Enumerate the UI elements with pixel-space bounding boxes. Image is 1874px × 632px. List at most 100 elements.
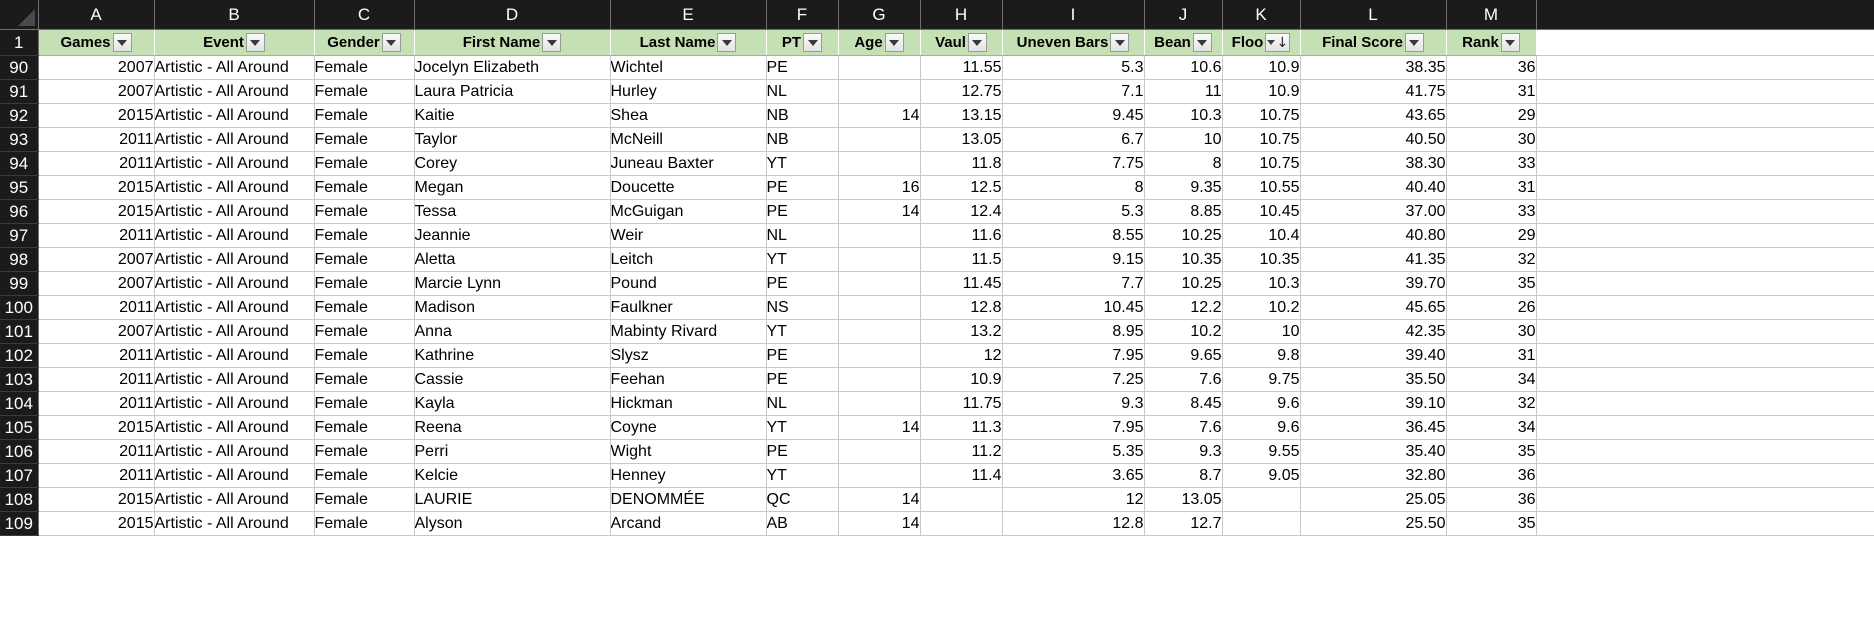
cell-L94[interactable]: 38.30 (1300, 151, 1447, 176)
cell-M93[interactable]: 30 (1446, 127, 1537, 152)
cell-G105[interactable]: 14 (838, 415, 921, 440)
cell-A102[interactable]: 2011 (38, 343, 155, 368)
column-header-A[interactable]: A (38, 0, 155, 30)
row-number[interactable]: 102 (0, 343, 39, 368)
cell-C94[interactable]: Female (314, 151, 415, 176)
row-number[interactable]: 92 (0, 103, 39, 128)
cell-A95[interactable]: 2015 (38, 175, 155, 200)
cell-J95[interactable]: 9.35 (1144, 175, 1223, 200)
cell-C108[interactable]: Female (314, 487, 415, 512)
cell-H92[interactable]: 13.15 (920, 103, 1003, 128)
cell-H103[interactable]: 10.9 (920, 367, 1003, 392)
cell-B90[interactable]: Artistic - All Around (154, 55, 315, 80)
cell-D101[interactable]: Anna (414, 319, 611, 344)
row-number[interactable]: 99 (0, 271, 39, 296)
cell-G101[interactable] (838, 319, 921, 344)
cell-M95[interactable]: 31 (1446, 175, 1537, 200)
cell-M106[interactable]: 35 (1446, 439, 1537, 464)
column-filter-header-j[interactable]: Bean (1144, 29, 1223, 56)
empty-overflow-cell[interactable] (1536, 175, 1874, 200)
cell-I102[interactable]: 7.95 (1002, 343, 1145, 368)
row-number[interactable]: 103 (0, 367, 39, 392)
column-filter-header-f[interactable]: PT (766, 29, 839, 56)
cell-K109[interactable] (1222, 511, 1301, 536)
cell-A104[interactable]: 2011 (38, 391, 155, 416)
cell-D93[interactable]: Taylor (414, 127, 611, 152)
row-number[interactable]: 96 (0, 199, 39, 224)
filter-dropdown-button[interactable] (717, 33, 737, 52)
row-number[interactable]: 108 (0, 487, 39, 512)
column-filter-header-b[interactable]: Event (154, 29, 315, 56)
cell-D90[interactable]: Jocelyn Elizabeth (414, 55, 611, 80)
cell-G102[interactable] (838, 343, 921, 368)
column-header-H[interactable]: H (920, 0, 1003, 30)
filter-dropdown-button[interactable] (381, 33, 401, 52)
cell-B97[interactable]: Artistic - All Around (154, 223, 315, 248)
cell-G108[interactable]: 14 (838, 487, 921, 512)
cell-C96[interactable]: Female (314, 199, 415, 224)
row-number[interactable]: 93 (0, 127, 39, 152)
cell-G107[interactable] (838, 463, 921, 488)
cell-E105[interactable]: Coyne (610, 415, 767, 440)
cell-F95[interactable]: PE (766, 175, 839, 200)
cell-L91[interactable]: 41.75 (1300, 79, 1447, 104)
cell-L92[interactable]: 43.65 (1300, 103, 1447, 128)
cell-M90[interactable]: 36 (1446, 55, 1537, 80)
cell-F101[interactable]: YT (766, 319, 839, 344)
cell-K91[interactable]: 10.9 (1222, 79, 1301, 104)
cell-J99[interactable]: 10.25 (1144, 271, 1223, 296)
cell-A98[interactable]: 2007 (38, 247, 155, 272)
cell-D91[interactable]: Laura Patricia (414, 79, 611, 104)
cell-K99[interactable]: 10.3 (1222, 271, 1301, 296)
cell-G98[interactable] (838, 247, 921, 272)
cell-K94[interactable]: 10.75 (1222, 151, 1301, 176)
cell-H91[interactable]: 12.75 (920, 79, 1003, 104)
cell-E91[interactable]: Hurley (610, 79, 767, 104)
cell-D96[interactable]: Tessa (414, 199, 611, 224)
cell-D95[interactable]: Megan (414, 175, 611, 200)
cell-A96[interactable]: 2015 (38, 199, 155, 224)
cell-J100[interactable]: 12.2 (1144, 295, 1223, 320)
cell-I96[interactable]: 5.3 (1002, 199, 1145, 224)
cell-B91[interactable]: Artistic - All Around (154, 79, 315, 104)
cell-J108[interactable]: 13.05 (1144, 487, 1223, 512)
cell-G103[interactable] (838, 367, 921, 392)
cell-J96[interactable]: 8.85 (1144, 199, 1223, 224)
row-number[interactable]: 106 (0, 439, 39, 464)
cell-K90[interactable]: 10.9 (1222, 55, 1301, 80)
cell-J98[interactable]: 10.35 (1144, 247, 1223, 272)
filter-dropdown-button[interactable] (967, 33, 987, 52)
cell-E94[interactable]: Juneau Baxter (610, 151, 767, 176)
cell-E95[interactable]: Doucette (610, 175, 767, 200)
cell-G95[interactable]: 16 (838, 175, 921, 200)
filter-dropdown-button[interactable] (245, 33, 265, 52)
cell-C101[interactable]: Female (314, 319, 415, 344)
cell-H99[interactable]: 11.45 (920, 271, 1003, 296)
cell-K97[interactable]: 10.4 (1222, 223, 1301, 248)
cell-I92[interactable]: 9.45 (1002, 103, 1145, 128)
row-number[interactable]: 91 (0, 79, 39, 104)
cell-L100[interactable]: 45.65 (1300, 295, 1447, 320)
cell-F103[interactable]: PE (766, 367, 839, 392)
cell-L108[interactable]: 25.05 (1300, 487, 1447, 512)
cell-B96[interactable]: Artistic - All Around (154, 199, 315, 224)
cell-J101[interactable]: 10.2 (1144, 319, 1223, 344)
cell-A107[interactable]: 2011 (38, 463, 155, 488)
cell-D92[interactable]: Kaitie (414, 103, 611, 128)
column-header-E[interactable]: E (610, 0, 767, 30)
cell-B92[interactable]: Artistic - All Around (154, 103, 315, 128)
cell-J103[interactable]: 7.6 (1144, 367, 1223, 392)
cell-E109[interactable]: Arcand (610, 511, 767, 536)
cell-G92[interactable]: 14 (838, 103, 921, 128)
cell-C104[interactable]: Female (314, 391, 415, 416)
cell-J92[interactable]: 10.3 (1144, 103, 1223, 128)
filter-dropdown-button[interactable] (1192, 33, 1212, 52)
cell-B95[interactable]: Artistic - All Around (154, 175, 315, 200)
cell-H108[interactable] (920, 487, 1003, 512)
row-number[interactable]: 95 (0, 175, 39, 200)
filter-dropdown-button[interactable] (803, 33, 823, 52)
cell-I100[interactable]: 10.45 (1002, 295, 1145, 320)
column-filter-header-c[interactable]: Gender (314, 29, 415, 56)
cell-D107[interactable]: Kelcie (414, 463, 611, 488)
cell-G106[interactable] (838, 439, 921, 464)
